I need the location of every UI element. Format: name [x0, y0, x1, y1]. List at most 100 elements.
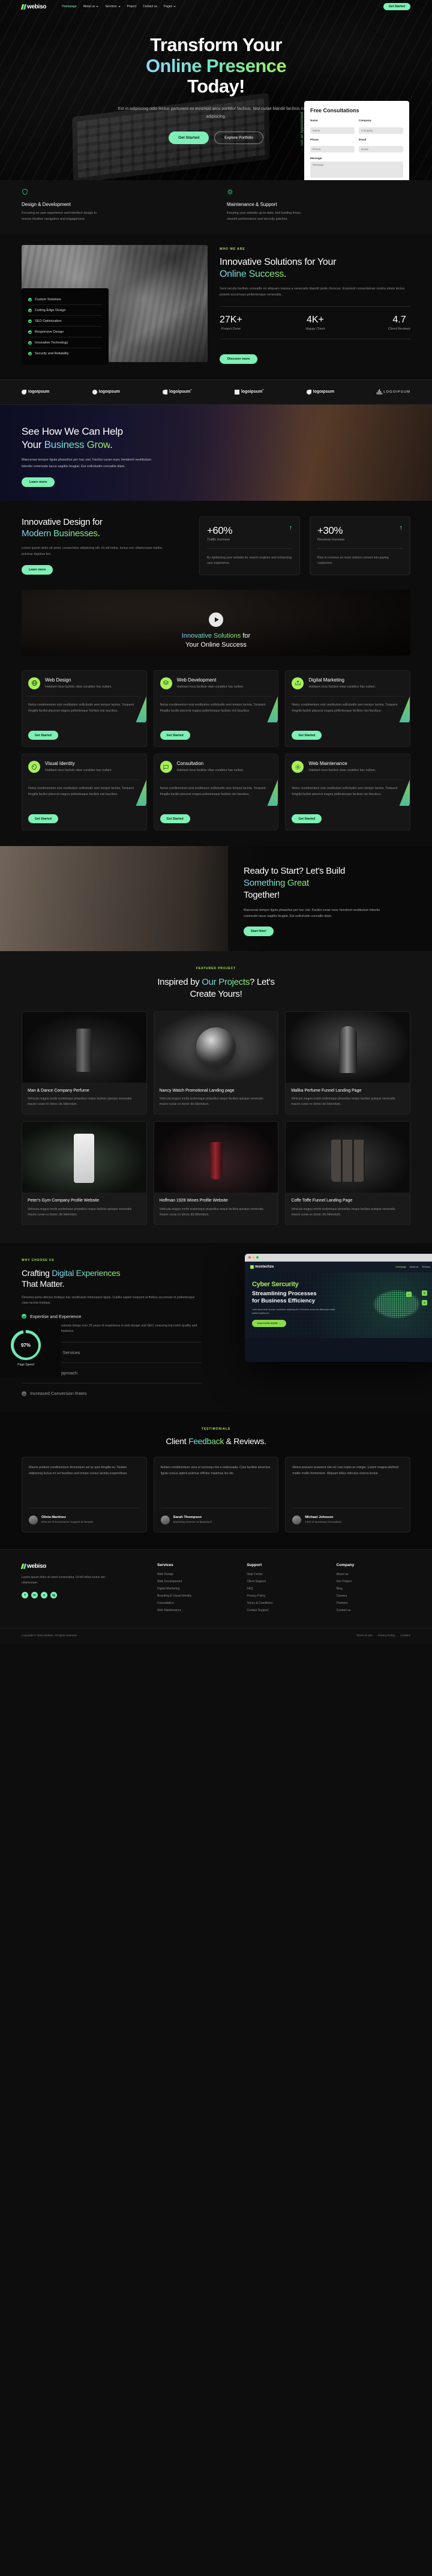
footer-link[interactable]: Blog [337, 1587, 410, 1591]
footer-link[interactable]: Partners [337, 1601, 410, 1605]
footer-link[interactable]: Our Project [337, 1580, 410, 1583]
portfolio-card[interactable]: Man & Dance Company Perfume Vehicula magn… [22, 1011, 147, 1115]
avatar [160, 1515, 170, 1525]
stat-reviews: 4.7 Client Reviews [388, 314, 410, 331]
service-get-started-button[interactable]: Get Started [292, 731, 322, 740]
footer-link[interactable]: Cookies [400, 1634, 410, 1637]
footer-link[interactable]: Terms & Conditions [247, 1601, 320, 1605]
portfolio-card[interactable]: Malika Perfume Funnel Landing Page Vehicu… [285, 1011, 410, 1115]
footer-link[interactable]: Client Support [247, 1580, 320, 1583]
testimonial-card: Metus posuere praesent nisl vel cras tur… [285, 1457, 410, 1532]
footer-link[interactable]: Careers [337, 1594, 410, 1598]
portfolio-card[interactable]: Hoffman 1928 Wines Profile Website Vehicu… [153, 1121, 279, 1225]
list-item: Security and Reliability [28, 348, 102, 358]
section-eyebrow: WHO WE ARE [220, 247, 245, 251]
modern-learn-more-button[interactable]: Learn more [22, 564, 53, 575]
service-body: Netus condimentum erat vestibulum sollic… [292, 787, 398, 796]
footer-link[interactable]: Privacy Policy [247, 1594, 320, 1598]
hero-section: Transform Your Online Presence Today! Es… [0, 0, 432, 180]
minimize-icon[interactable] [252, 1256, 255, 1259]
list-item: Innovative Technology [28, 337, 102, 348]
facebook-icon[interactable]: f [22, 1592, 28, 1599]
twitter-icon[interactable]: x [41, 1592, 47, 1599]
instagram-icon[interactable]: ig [50, 1592, 57, 1599]
nav-item-services[interactable]: Services [105, 5, 121, 8]
name-input[interactable] [310, 127, 355, 134]
business-grow-section: See How We Can Help Your Business Grow. M… [0, 404, 432, 501]
video-caption: Innovative Solutions for Your Online Succ… [181, 632, 251, 649]
nav-item-project[interactable]: Project [127, 5, 137, 8]
footer-link[interactable]: Web Development [157, 1580, 231, 1583]
nav-get-started-button[interactable]: Get Started [383, 3, 410, 10]
nav-item-homepage[interactable]: Homepage [62, 5, 76, 8]
footer-link[interactable]: Digital Marketing [157, 1587, 231, 1591]
linkedin-icon[interactable]: in [31, 1592, 38, 1599]
accordion-item-increased-conversion-rates[interactable]: Increased Conversion Rates [22, 1391, 202, 1396]
service-get-started-button[interactable]: Get Started [160, 731, 190, 740]
footer-link[interactable]: Contact Support [247, 1609, 320, 1612]
footer-link[interactable]: Web Design [157, 1573, 231, 1576]
footer-link[interactable]: Branding & Visual Identity [157, 1594, 231, 1598]
maximize-icon[interactable] [256, 1256, 259, 1259]
discover-more-button[interactable]: Discover more [220, 354, 258, 364]
accordion-item-active[interactable]: Expertise and Experience [22, 1314, 202, 1319]
grow-learn-more-button[interactable]: Learn more [22, 477, 55, 488]
footer-link[interactable]: Help Center [247, 1573, 320, 1576]
footer-link[interactable]: About us [337, 1573, 410, 1576]
portfolio-card[interactable]: Nancy Watch Promotional Landing page Vehi… [153, 1011, 279, 1115]
check-icon [22, 1391, 26, 1396]
play-button-icon[interactable] [209, 612, 223, 627]
page-root: webiso Homepage About us Services Projec… [0, 0, 432, 1644]
cta-text: Maecenas tempor ligula phasellus per hac… [244, 908, 380, 918]
free-consultation-card: Free Consultations Name Company Phone Em… [304, 101, 409, 180]
service-get-started-button[interactable]: Get Started [160, 814, 190, 824]
footer-logo[interactable]: webiso [20, 1563, 142, 1570]
mock-text: Lorem ipsum dolor sit amet, consectetur … [252, 1308, 335, 1314]
logo-item: logoipsum [22, 389, 49, 395]
footer-link[interactable]: Web Maintenance [157, 1609, 231, 1612]
nav-item-contact[interactable]: Contact us [143, 5, 157, 8]
palette-icon [28, 761, 40, 773]
logo-item: logoipsum˚ [234, 389, 264, 395]
service-get-started-button[interactable]: Get Started [28, 814, 58, 824]
stat-label: Revenue Increase [317, 537, 345, 542]
chat-icon [160, 761, 172, 773]
logo-mark-icon [20, 4, 27, 10]
stat-desc: By optimizing your website for search en… [207, 555, 292, 566]
mock-heading-2: Streamlining Processes for Business Effic… [252, 1290, 317, 1304]
portfolio-card[interactable]: Peter's Gym Company Profile Website Vehic… [22, 1121, 147, 1225]
mock-discover-button[interactable]: DISCOVER MORE → [252, 1320, 287, 1328]
cta-start-now-button[interactable]: Start Now! [244, 927, 274, 937]
logo-text: webiso [27, 3, 47, 10]
service-get-started-button[interactable]: Get Started [28, 731, 58, 740]
modern-copy: Innovative Design for Modern Businesses. … [22, 516, 190, 575]
video-section[interactable]: Innovative Solutions for Your Online Succ… [22, 589, 410, 656]
footer-col-services: Services Web Design Web Development Digi… [157, 1563, 231, 1616]
divider [207, 548, 292, 549]
section-eyebrow: FEATURED PROJECT [196, 967, 236, 971]
divider [160, 779, 272, 781]
nav-item-about[interactable]: About us [83, 5, 99, 8]
social-links: f in x ig [22, 1592, 142, 1599]
hero-get-started-button[interactable]: Get Started [169, 132, 209, 145]
divider [28, 696, 140, 697]
phone-input[interactable] [310, 146, 355, 153]
service-get-started-button[interactable]: Get Started [292, 814, 322, 824]
close-icon[interactable] [248, 1256, 251, 1259]
footer-link[interactable]: Consultation [157, 1601, 231, 1605]
cta-title: Ready to Start? Let's Build Something Gre… [244, 866, 346, 900]
message-textarea[interactable] [310, 161, 403, 178]
email-input[interactable] [359, 146, 403, 153]
footer-link[interactable]: Terms of Use [356, 1634, 373, 1637]
footer-link[interactable]: Privacy Policy [378, 1634, 395, 1637]
site-logo[interactable]: webiso [20, 3, 47, 10]
nav-item-pages[interactable]: Pages [164, 5, 176, 8]
footer-link[interactable]: Contact us [337, 1609, 410, 1612]
footer-link[interactable]: FAQ [247, 1587, 320, 1591]
portfolio-card[interactable]: Coffe Toffe Funnel Landing Page Vehicula … [285, 1121, 410, 1225]
why-lead: Dictumst porta ultricies tristique hac v… [22, 1295, 195, 1305]
company-input[interactable] [359, 127, 403, 134]
hero-explore-portfolio-button[interactable]: Explore Portfolio [214, 132, 263, 145]
service-card-web-maintenance: Web Maintenance Habitant risus facilisis … [285, 754, 410, 831]
service-body: Netus condimentum erat vestibulum sollic… [160, 703, 266, 713]
